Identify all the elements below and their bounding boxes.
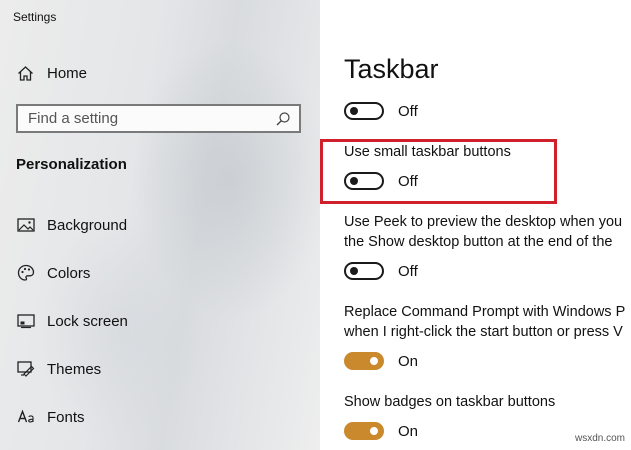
sidebar-item-fonts[interactable]: Fonts (16, 406, 85, 428)
small-taskbar-buttons-toggle[interactable] (344, 172, 384, 190)
setting-label-peek-line-1: Use Peek to preview the desktop when you (344, 214, 623, 230)
sidebar-item-background[interactable]: Background (16, 214, 127, 236)
image-icon (16, 215, 36, 235)
replace-command-prompt-toggle[interactable] (344, 352, 384, 370)
setting-label-small-taskbar-buttons: Use small taskbar buttons (344, 144, 511, 160)
badges-toggle[interactable] (344, 422, 384, 440)
palette-icon (16, 263, 36, 283)
sidebar-item-label: Background (47, 216, 128, 234)
setting-label-replace-cmd-line-2: when I right-click the start button or p… (344, 324, 623, 340)
section-title: Personalization (16, 156, 127, 173)
search-box[interactable] (16, 104, 301, 133)
toggle-state-label: Off (398, 172, 418, 190)
setting-row: Off (344, 170, 418, 192)
sidebar-item-label: Lock screen (47, 312, 128, 330)
watermark: wsxdn.com (574, 433, 625, 444)
setting-label-peek-line-2: the Show desktop button at the end of th… (344, 234, 613, 250)
search-input[interactable] (18, 110, 273, 127)
setting-row: Off (344, 100, 418, 122)
fonts-icon (16, 407, 36, 427)
sidebar-item-label: Fonts (47, 408, 85, 426)
peek-toggle[interactable] (344, 262, 384, 280)
toggle-state-label: Off (398, 102, 418, 120)
sidebar: Settings Home Personalization Background… (0, 0, 320, 450)
setting-label-replace-cmd-line-1: Replace Command Prompt with Windows P (344, 304, 626, 320)
page-title: Taskbar (344, 54, 439, 84)
themes-icon (16, 359, 36, 379)
setting-row: Off (344, 260, 418, 282)
sidebar-item-lock-screen[interactable]: Lock screen (16, 310, 128, 332)
setting-label-badges: Show badges on taskbar buttons (344, 394, 556, 410)
home-icon (16, 64, 34, 82)
toggle-state-label: Off (398, 262, 418, 280)
toggle-state-label: On (398, 422, 419, 440)
setting-row: On (344, 350, 418, 372)
sidebar-item-colors[interactable]: Colors (16, 262, 90, 284)
sidebar-item-label: Themes (47, 360, 102, 378)
settings-main-panel: Taskbar Off Use small taskbar buttons Of… (320, 0, 631, 450)
sidebar-item-home[interactable]: Home (16, 63, 87, 83)
toggle-switch[interactable] (344, 102, 384, 120)
toggle-state-label: On (398, 352, 419, 370)
sidebar-item-label: Home (47, 64, 88, 82)
search-icon[interactable] (273, 109, 293, 129)
window-title: Settings (13, 10, 57, 24)
setting-row: On (344, 420, 418, 442)
lock-screen-icon (16, 311, 36, 331)
sidebar-item-themes[interactable]: Themes (16, 358, 101, 380)
sidebar-item-label: Colors (47, 264, 91, 282)
